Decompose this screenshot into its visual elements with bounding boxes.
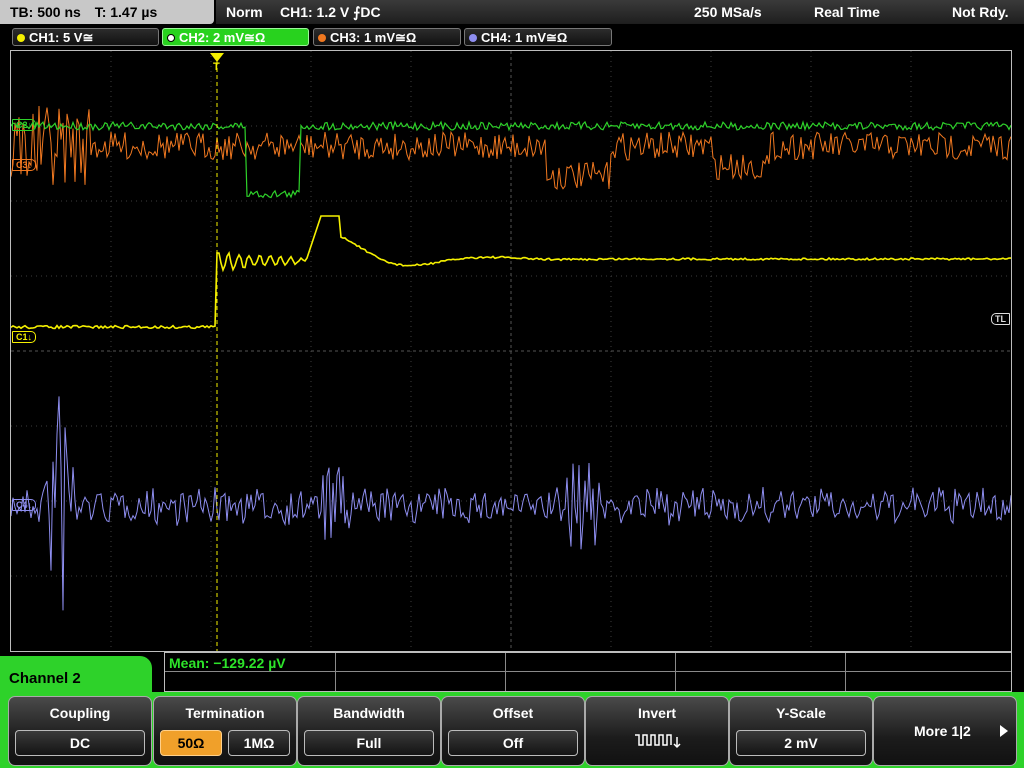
ch4-dot-icon xyxy=(469,34,477,42)
waveform-svg xyxy=(11,51,1011,651)
invert-title: Invert xyxy=(637,705,677,721)
trigger-source[interactable]: CH1: 1.2 V ⨍DC xyxy=(280,4,381,21)
channel-menu-title: Channel 2 xyxy=(9,670,81,687)
ch3-offset-marker[interactable]: C3↓ xyxy=(12,159,37,171)
bandwidth-title: Bandwidth xyxy=(333,705,405,721)
trigger-level-marker[interactable]: TL xyxy=(991,313,1010,325)
trigger-marker-label: T xyxy=(213,61,220,73)
termination-1m-ohm-option[interactable]: 1MΩ xyxy=(228,730,290,756)
square-wave-invert-icon xyxy=(635,734,681,749)
ch4-label: CH4: 1 mV≅Ω xyxy=(481,30,568,45)
ready-status: Not Rdy. xyxy=(952,4,1009,20)
termination-softkey[interactable]: Termination 50Ω 1MΩ xyxy=(153,696,297,766)
tab-ch1[interactable]: CH1: 5 V≅ xyxy=(12,28,159,46)
y-scale-softkey[interactable]: Y-Scale 2 mV xyxy=(729,696,873,766)
y-scale-value[interactable]: 2 mV xyxy=(736,730,866,756)
termination-title: Termination xyxy=(185,705,265,721)
sample-rate[interactable]: 250 MSa/s xyxy=(694,4,762,20)
tab-ch4[interactable]: CH4: 1 mV≅Ω xyxy=(464,28,612,46)
ch2-offset-marker[interactable]: C2↓ xyxy=(12,119,37,131)
mean-measurement: Mean: −129.22 µV xyxy=(169,655,286,671)
measurement-grid-line xyxy=(675,653,676,691)
y-scale-title: Y-Scale xyxy=(776,705,826,721)
waveform-display[interactable]: T C3↓ C1↓ C2↓ C4↓ TL xyxy=(10,50,1012,652)
timebase-panel[interactable]: TB: 500 ns T: 1.47 µs xyxy=(0,0,214,24)
ch2-dot-icon xyxy=(167,34,175,42)
tab-ch2[interactable]: CH2: 2 mV≅Ω xyxy=(162,28,309,46)
offset-title: Offset xyxy=(492,705,534,721)
ch2-label: CH2: 2 mV≅Ω xyxy=(179,30,266,45)
trigger-time-value: T: 1.47 µs xyxy=(94,4,158,20)
ch3-label: CH3: 1 mV≅Ω xyxy=(330,30,417,45)
bandwidth-value[interactable]: Full xyxy=(304,730,434,756)
bandwidth-softkey[interactable]: Bandwidth Full xyxy=(297,696,441,766)
ch1-label: CH1: 5 V≅ xyxy=(29,30,94,45)
coupling-value[interactable]: DC xyxy=(15,730,145,756)
graticule xyxy=(11,51,1011,651)
trigger-mode[interactable]: Norm xyxy=(226,4,263,20)
ch1-offset-marker[interactable]: C1↓ xyxy=(12,331,37,343)
measurement-grid-line xyxy=(505,653,506,691)
more-label: More 1|2 xyxy=(914,723,971,739)
offset-softkey[interactable]: Offset Off xyxy=(441,696,585,766)
more-softkey[interactable]: More 1|2 xyxy=(873,696,1017,766)
acquisition-mode[interactable]: Real Time xyxy=(814,4,880,20)
invert-softkey[interactable]: Invert xyxy=(585,696,729,766)
measurement-panel[interactable]: Mean: −129.22 µV xyxy=(164,652,1012,692)
status-bar: Norm CH1: 1.2 V ⨍DC 250 MSa/s Real Time … xyxy=(216,0,1024,24)
termination-50-ohm-option[interactable]: 50Ω xyxy=(160,730,222,756)
ch1-dot-icon xyxy=(17,34,25,42)
measurement-divider xyxy=(165,671,1011,672)
ch4-offset-marker[interactable]: C4↓ xyxy=(12,499,37,511)
coupling-softkey[interactable]: Coupling DC xyxy=(8,696,152,766)
coupling-title: Coupling xyxy=(49,705,111,721)
ch3-dot-icon xyxy=(318,34,326,42)
timebase-value: TB: 500 ns xyxy=(10,4,81,20)
measurement-grid-line xyxy=(845,653,846,691)
offset-value[interactable]: Off xyxy=(448,730,578,756)
measurement-grid-line xyxy=(335,653,336,691)
tab-ch3[interactable]: CH3: 1 mV≅Ω xyxy=(313,28,461,46)
next-page-arrow-icon xyxy=(1000,725,1008,737)
